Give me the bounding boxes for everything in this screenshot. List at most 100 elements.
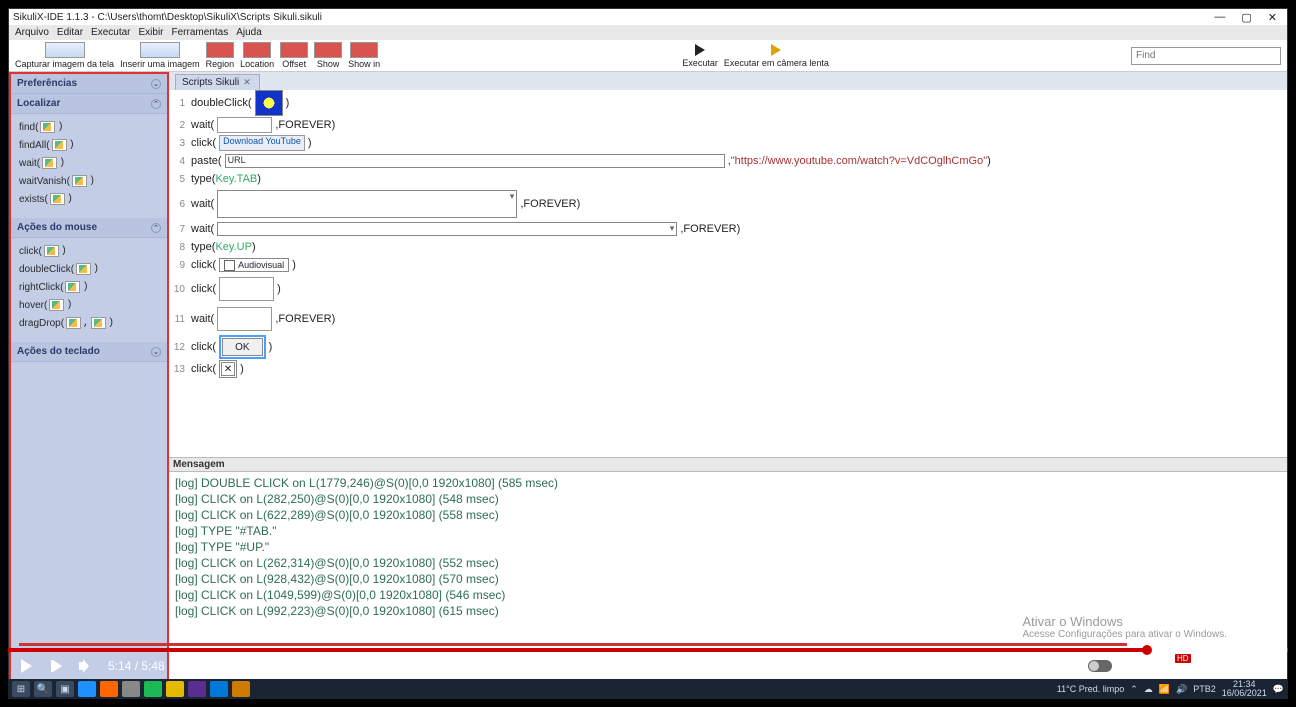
highlight-underline xyxy=(19,643,1127,646)
showin-button[interactable]: Show in xyxy=(348,42,380,69)
insert-image-button[interactable]: Inserir uma imagem xyxy=(120,42,200,69)
region-icon xyxy=(206,42,234,58)
side-localizar-header[interactable]: Localizar⌃ xyxy=(11,94,167,114)
play-icon xyxy=(21,659,32,673)
taskbar-app[interactable] xyxy=(144,681,162,697)
capture-screenshot-button[interactable]: Capturar imagem da tela xyxy=(15,42,114,69)
func-wait[interactable]: wait( ) xyxy=(15,154,163,172)
image-icon xyxy=(140,42,180,58)
image-thumbnail-url: URL xyxy=(225,154,725,168)
image-chip-icon xyxy=(49,299,64,311)
image-chip-icon xyxy=(42,157,57,169)
tray-clock[interactable]: 21:3416/06/2021 xyxy=(1222,680,1267,698)
menu-arquivo[interactable]: Arquivo xyxy=(15,27,49,38)
location-icon xyxy=(243,42,271,58)
video-settings-button[interactable]: ⚙HD xyxy=(1162,658,1178,674)
search-icon[interactable]: 🔍 xyxy=(34,681,52,697)
func-hover[interactable]: hover( ) xyxy=(15,296,163,314)
video-miniplayer-button[interactable] xyxy=(1194,660,1210,672)
taskbar-app[interactable] xyxy=(78,681,96,697)
show-button[interactable]: Show xyxy=(314,42,342,69)
video-play-button[interactable] xyxy=(18,658,34,674)
region-button[interactable]: Region xyxy=(206,42,235,69)
run-slow-button[interactable]: Executar em câmera lenta xyxy=(724,44,829,68)
video-time: 5:14 / 5:48 xyxy=(108,659,165,673)
taskbar-app[interactable] xyxy=(188,681,206,697)
run-button[interactable]: Executar xyxy=(682,44,718,68)
taskbar-app[interactable] xyxy=(232,681,250,697)
video-next-button[interactable] xyxy=(48,658,64,674)
tab-bar: Scripts Sikuli✕ xyxy=(169,72,1287,90)
side-panel: Preferências⌄ Localizar⌃ find( ) findAll… xyxy=(9,72,169,682)
menu-exibir[interactable]: Exibir xyxy=(139,27,164,38)
image-thumbnail: Download YouTube xyxy=(219,135,305,151)
maximize-button[interactable]: ▢ xyxy=(1241,11,1251,24)
string-literal: "https://www.youtube.com/watch?v=VdCOglh… xyxy=(731,155,987,167)
func-find[interactable]: find( ) xyxy=(15,118,163,136)
video-volume-button[interactable] xyxy=(78,658,94,674)
menu-executar[interactable]: Executar xyxy=(91,27,130,38)
location-button[interactable]: Location xyxy=(240,42,274,69)
chevron-down-icon: ⌄ xyxy=(151,79,161,89)
image-thumbnail-dropdown xyxy=(217,190,517,218)
offset-button[interactable]: Offset xyxy=(280,42,308,69)
log-line: [log] CLICK on L(622,289)@S(0)[0,0 1920x… xyxy=(175,508,1281,522)
side-preferences-header[interactable]: Preferências⌄ xyxy=(11,74,167,94)
tray-cloud-icon[interactable]: ☁ xyxy=(1144,684,1153,695)
task-view-icon[interactable]: ▣ xyxy=(56,681,74,697)
close-button[interactable]: ✕ xyxy=(1268,11,1277,24)
func-findall[interactable]: findAll( ) xyxy=(15,136,163,154)
func-exists[interactable]: exists( ) xyxy=(15,190,163,208)
log-line: [log] CLICK on L(262,314)@S(0)[0,0 1920x… xyxy=(175,556,1281,570)
func-dragdrop[interactable]: dragDrop( , ) xyxy=(15,314,163,332)
minimize-button[interactable]: — xyxy=(1214,11,1225,24)
log-line: [log] TYPE "#TAB." xyxy=(175,524,1281,538)
image-chip-icon xyxy=(72,175,87,187)
tray-wifi-icon[interactable]: 📶 xyxy=(1159,684,1170,695)
image-chip-icon xyxy=(65,281,80,293)
code-editor[interactable]: 1doubleClick( ) 2wait( ,FOREVER) 3click(… xyxy=(169,90,1287,457)
video-fullscreen-button[interactable]: ⛶ xyxy=(1262,658,1278,674)
menu-editar[interactable]: Editar xyxy=(57,27,83,38)
tray-chevron-up-icon[interactable]: ⌃ xyxy=(1130,684,1138,695)
camera-icon xyxy=(45,42,85,58)
app-title: SikuliX-IDE 1.1.3 - C:\Users\thomt\Deskt… xyxy=(13,12,322,23)
find-input[interactable] xyxy=(1131,47,1281,65)
tray-volume-icon[interactable]: 🔊 xyxy=(1176,684,1187,695)
tray-weather[interactable]: 11°C Pred. limpo xyxy=(1057,684,1124,694)
func-doubleclick[interactable]: doubleClick( ) xyxy=(15,260,163,278)
video-captions-button[interactable] xyxy=(1128,660,1146,672)
side-mouse-header[interactable]: Ações do mouse⌃ xyxy=(11,218,167,238)
menu-ajuda[interactable]: Ajuda xyxy=(236,27,262,38)
taskbar-app[interactable] xyxy=(210,681,228,697)
image-chip-icon xyxy=(52,139,67,151)
taskbar-app[interactable] xyxy=(166,681,184,697)
taskbar-app[interactable] xyxy=(100,681,118,697)
window-titlebar: SikuliX-IDE 1.1.3 - C:\Users\thomt\Deskt… xyxy=(9,9,1287,25)
func-click[interactable]: click( ) xyxy=(15,242,163,260)
start-button[interactable]: ⊞ xyxy=(12,681,30,697)
side-teclado-header[interactable]: Ações do teclado⌄ xyxy=(11,342,167,362)
func-waitvanish[interactable]: waitVanish( ) xyxy=(15,172,163,190)
func-rightclick[interactable]: rightClick( ) xyxy=(15,278,163,296)
tray-notifications-icon[interactable]: 💬 xyxy=(1273,684,1284,695)
video-seek-bar[interactable] xyxy=(8,648,1288,652)
close-tab-icon[interactable]: ✕ xyxy=(243,77,251,88)
image-thumbnail-button: OK xyxy=(219,335,265,359)
video-theater-button[interactable] xyxy=(1226,660,1246,672)
volume-icon xyxy=(79,659,93,673)
toolbar: Capturar imagem da tela Inserir uma imag… xyxy=(9,40,1287,72)
image-chip-icon xyxy=(50,193,65,205)
windows-activation-watermark: Ativar o Windows Acesse Configurações pa… xyxy=(1022,614,1227,640)
play-slow-icon xyxy=(771,44,781,56)
image-thumbnail xyxy=(219,277,274,301)
menu-ferramentas[interactable]: Ferramentas xyxy=(172,27,229,38)
chevron-up-icon: ⌃ xyxy=(151,99,161,109)
image-thumbnail xyxy=(217,117,272,133)
taskbar-app[interactable] xyxy=(122,681,140,697)
log-line: [log] DOUBLE CLICK on L(1779,246)@S(0)[0… xyxy=(175,476,1281,490)
tray-language[interactable]: PTB2 xyxy=(1193,684,1216,694)
video-autoplay-toggle[interactable] xyxy=(1088,660,1112,672)
tab-scripts-sikuli[interactable]: Scripts Sikuli✕ xyxy=(175,74,260,90)
log-line: [log] CLICK on L(282,250)@S(0)[0,0 1920x… xyxy=(175,492,1281,506)
